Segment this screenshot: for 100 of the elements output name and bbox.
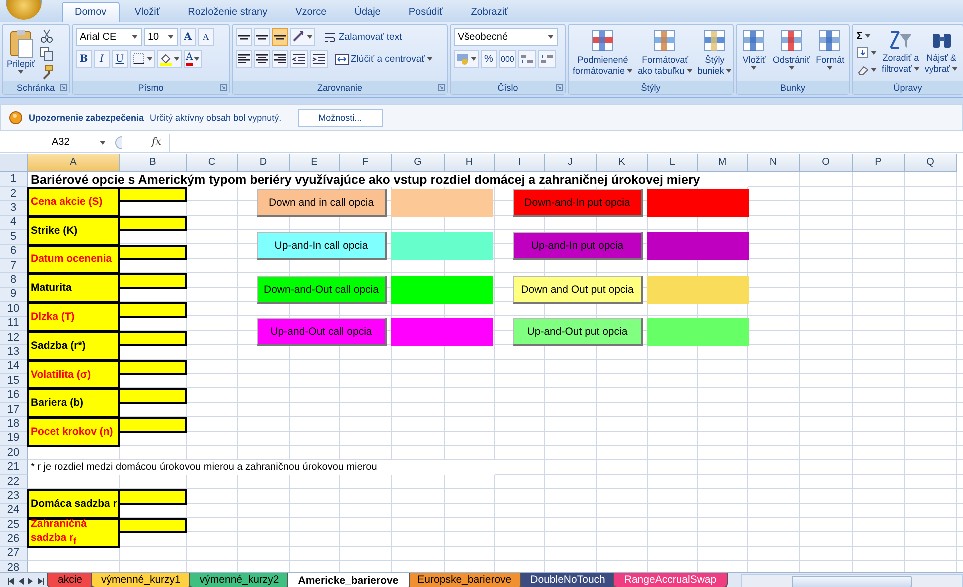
row-header[interactable]: 6 <box>0 244 28 259</box>
dialog-launcher-icon[interactable] <box>438 84 445 91</box>
row-header[interactable]: 8 <box>0 273 28 288</box>
row-header[interactable]: 22 <box>0 474 28 490</box>
sheet-nav-icon[interactable] <box>38 578 44 585</box>
row-header[interactable]: 25 <box>0 518 28 532</box>
column-header[interactable]: P <box>853 154 905 172</box>
row-header[interactable]: 2 <box>0 187 28 202</box>
sort-filter-button[interactable]: Zoradiť a filtrovať <box>881 28 921 74</box>
input-cell[interactable] <box>120 302 187 318</box>
column-header[interactable]: F <box>340 154 392 172</box>
increase-indent-button[interactable] <box>310 50 328 68</box>
ribbon-tab[interactable]: Posúdiť <box>396 2 456 22</box>
column-header[interactable]: E <box>290 154 340 172</box>
row-header[interactable]: 3 <box>0 201 28 216</box>
font-size-field[interactable]: 10 <box>144 28 178 46</box>
column-header[interactable]: A <box>28 154 120 172</box>
column-header[interactable]: M <box>698 154 748 172</box>
row-header[interactable]: 14 <box>0 360 28 374</box>
styles-button[interactable]: Formátovať ako tabuľku <box>637 28 694 76</box>
dialog-launcher-icon[interactable] <box>60 84 67 91</box>
input-cell[interactable] <box>120 388 187 404</box>
number-format-field[interactable]: Všeobecné <box>454 28 558 46</box>
row-header[interactable]: 4 <box>0 216 28 230</box>
styles-button[interactable]: Podmienené formátovanie <box>572 28 634 76</box>
row-header[interactable]: 13 <box>0 345 28 360</box>
increase-decimal-button[interactable] <box>518 50 536 68</box>
vertical-align-button[interactable] <box>254 28 270 46</box>
option-button[interactable]: Down-and-Out call opcia <box>257 276 387 304</box>
ribbon-tab[interactable]: Domov <box>62 2 120 22</box>
autosum-button[interactable]: Σ <box>856 28 878 44</box>
font-name-field[interactable]: Arial CE <box>76 28 142 46</box>
insert-function-button[interactable]: fx <box>152 137 162 148</box>
paste-button[interactable]: Prilepiť <box>6 28 36 74</box>
column-header[interactable]: N <box>748 154 800 172</box>
input-cell[interactable] <box>120 187 187 202</box>
sheet-tab[interactable]: Americke_barierove <box>287 573 410 587</box>
row-header[interactable]: 7 <box>0 258 28 274</box>
sheet-nav-icon[interactable] <box>8 578 14 585</box>
cells-button[interactable]: Formát <box>815 28 846 70</box>
sheet-tab[interactable]: DoubleNoTouch <box>520 573 616 587</box>
row-header[interactable]: 10 <box>0 302 28 317</box>
column-header[interactable]: Q <box>905 154 957 172</box>
cells-button[interactable]: Vložiť <box>740 28 768 70</box>
input-cell[interactable] <box>120 273 187 289</box>
row-header[interactable]: 1 <box>0 172 28 187</box>
input-cell[interactable] <box>120 244 187 260</box>
vertical-align-button[interactable] <box>272 28 288 46</box>
column-header[interactable]: H <box>445 154 495 172</box>
fill-button[interactable] <box>856 45 878 61</box>
column-header[interactable]: C <box>187 154 238 172</box>
row-header[interactable]: 26 <box>0 532 28 547</box>
ribbon-tab[interactable]: Vložiť <box>122 2 174 22</box>
find-select-button[interactable]: Nájsť & vybrať <box>924 28 960 74</box>
row-header[interactable]: 21 <box>0 460 28 475</box>
input-cell[interactable] <box>120 216 187 232</box>
currency-button[interactable] <box>454 50 479 68</box>
merge-center-button[interactable]: Zlúčiť a centrovať <box>334 50 434 68</box>
thousands-button[interactable]: 000 <box>499 50 516 68</box>
row-header[interactable]: 11 <box>0 316 28 331</box>
fill-color-button[interactable] <box>157 50 182 68</box>
decrease-indent-button[interactable] <box>290 50 308 68</box>
column-header[interactable]: D <box>238 154 290 172</box>
underline-button[interactable]: U <box>112 50 128 68</box>
horizontal-align-button[interactable] <box>272 50 288 68</box>
grow-font-button[interactable]: A <box>180 28 196 46</box>
option-button[interactable]: Down and Out put opcia <box>513 276 643 304</box>
options-button[interactable]: Možnosti... <box>298 108 384 126</box>
column-header[interactable]: J <box>545 154 597 172</box>
wrap-text-button[interactable]: Zalamovať text <box>323 28 404 46</box>
option-button[interactable]: Up-and-Out call opcia <box>257 318 387 346</box>
italic-button[interactable]: I <box>94 50 110 68</box>
column-header[interactable]: B <box>120 154 187 172</box>
sheet-tab[interactable]: výmenné_kurzy1 <box>90 573 192 587</box>
input-cell[interactable] <box>120 518 187 534</box>
input-cell[interactable] <box>120 417 187 433</box>
row-header[interactable]: 19 <box>0 432 28 446</box>
row-header[interactable]: 20 <box>0 446 28 460</box>
row-header[interactable]: 15 <box>0 374 28 388</box>
input-cell[interactable] <box>120 330 187 346</box>
row-header[interactable]: 23 <box>0 489 28 504</box>
decrease-decimal-button[interactable] <box>538 50 556 68</box>
row-header[interactable]: 24 <box>0 504 28 518</box>
row-header[interactable]: 28 <box>0 561 28 572</box>
column-header[interactable]: K <box>597 154 648 172</box>
orientation-button[interactable] <box>290 28 315 46</box>
cells-button[interactable]: Odstrániť <box>772 28 812 70</box>
dialog-launcher-icon[interactable] <box>556 84 563 91</box>
row-header[interactable]: 18 <box>0 417 28 432</box>
input-cell[interactable] <box>120 360 187 376</box>
vertical-align-button[interactable] <box>236 28 252 46</box>
borders-button[interactable] <box>130 50 155 68</box>
ribbon-tab[interactable]: Zobraziť <box>458 2 522 22</box>
option-button[interactable]: Down-and-In put opcia <box>513 189 643 217</box>
font-color-button[interactable]: A <box>184 50 202 68</box>
shrink-font-button[interactable]: A <box>198 28 214 46</box>
row-header[interactable]: 27 <box>0 546 28 562</box>
percent-button[interactable]: % <box>481 50 497 68</box>
bold-button[interactable]: B <box>76 50 92 68</box>
row-header[interactable]: 5 <box>0 230 28 245</box>
